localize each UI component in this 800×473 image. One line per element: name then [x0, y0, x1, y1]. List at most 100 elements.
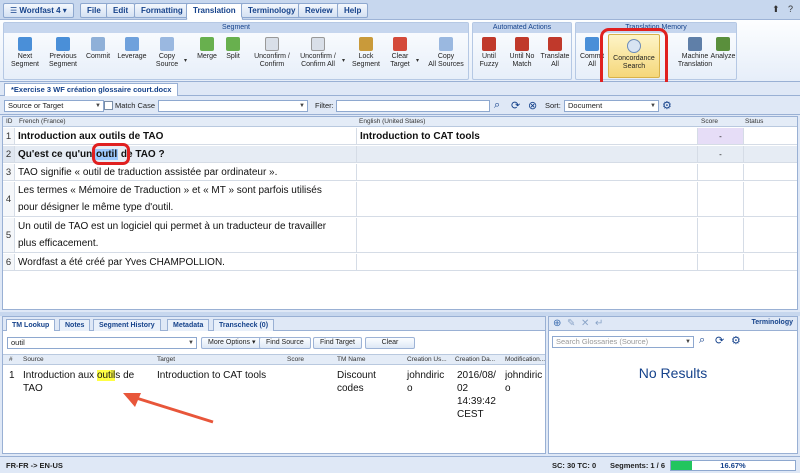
tab-metadata[interactable]: Metadata: [167, 319, 210, 331]
until-fuzzy-button[interactable]: Until Fuzzy: [475, 37, 503, 81]
ribbon-toolbar: Segment Next Segment Previous Segment Co…: [0, 20, 800, 82]
table-row[interactable]: 3 TAO signifie « outil de traduction ass…: [3, 164, 797, 181]
search-refresh-icon[interactable]: ⟳: [511, 99, 520, 112]
find-source-button[interactable]: Find Source: [259, 337, 311, 349]
row-target[interactable]: [356, 182, 696, 216]
next-segment-button[interactable]: Next Segment: [8, 37, 42, 81]
match-case-label: Match Case: [115, 101, 156, 110]
more-options-button[interactable]: More Options ▾: [201, 337, 263, 349]
search-refresh-icon[interactable]: ⟳: [715, 334, 724, 347]
row-status: [743, 182, 797, 216]
tm-search-input[interactable]: outil ▼: [7, 337, 197, 349]
tab-terminology[interactable]: Terminology: [241, 3, 303, 18]
row-source[interactable]: TAO signifie « outil de traduction assis…: [18, 164, 354, 181]
row-source[interactable]: Les termes « Mémoire de Traduction » et …: [18, 182, 354, 216]
language-select[interactable]: ▼: [158, 100, 308, 112]
header-score: Score: [701, 118, 718, 125]
merge-button[interactable]: Merge: [194, 37, 220, 81]
pencil-icon[interactable]: ✎: [567, 318, 575, 329]
group-title-automated: Automated Actions: [473, 23, 571, 33]
row-target[interactable]: [356, 254, 696, 270]
row-source[interactable]: Introduction aux outils de TAO: [18, 128, 354, 145]
unconfirm-confirm-button[interactable]: Unconfirm / Confirm: [252, 37, 292, 81]
copy-source-button[interactable]: Copy Source: [152, 37, 182, 81]
date-line-1: 2016/08/: [457, 370, 496, 381]
lock-segment-button[interactable]: Lock Segment: [350, 37, 382, 81]
tab-help[interactable]: Help: [337, 3, 369, 18]
previous-segment-label-2: Segment: [48, 61, 78, 68]
tab-segment-history[interactable]: Segment History: [93, 319, 161, 331]
previous-segment-button[interactable]: Previous Segment: [44, 37, 82, 81]
search-icon[interactable]: ⌕: [494, 99, 500, 112]
leverage-label: Leverage: [117, 53, 147, 60]
translate-all-icon: [548, 37, 562, 51]
tm-result-target[interactable]: Introduction to CAT tools: [157, 369, 285, 382]
filter-input[interactable]: [336, 100, 490, 112]
next-segment-icon: [18, 37, 32, 51]
segment-count: Segments: 1 / 6: [610, 461, 666, 470]
row-source[interactable]: Wordfast a été créé par Yves CHAMPOLLION…: [18, 254, 354, 271]
until-fuzzy-icon: [482, 37, 496, 51]
analyze-label: Analyze: [710, 53, 736, 60]
group-automated-actions: Automated Actions Until Fuzzy Until No M…: [472, 22, 572, 80]
analyze-button[interactable]: Analyze: [708, 37, 738, 81]
copy-source-dropdown-icon[interactable]: ▾: [184, 57, 187, 64]
gear-icon[interactable]: ⚙: [662, 99, 672, 112]
analyze-icon: [716, 37, 730, 51]
row-target[interactable]: [356, 164, 696, 180]
table-row[interactable]: 4 Les termes « Mémoire de Traduction » e…: [3, 182, 797, 217]
match-case-checkbox[interactable]: [104, 101, 113, 110]
return-icon[interactable]: ↵: [595, 318, 603, 329]
app-menu-button[interactable]: ☰ Wordfast 4 ▾: [3, 3, 74, 18]
document-tab[interactable]: *Exercise 3 WF création glossaire court.…: [4, 83, 179, 96]
table-row[interactable]: 6 Wordfast a été créé par Yves CHAMPOLLI…: [3, 254, 797, 271]
row-target-editor[interactable]: [356, 146, 696, 162]
row-source[interactable]: Un outil de TAO est un logiciel qui perm…: [18, 218, 354, 252]
translate-all-button[interactable]: Translate All: [539, 37, 571, 81]
add-icon[interactable]: ⊕: [553, 318, 561, 329]
tab-translation[interactable]: Translation: [186, 3, 243, 20]
tab-review[interactable]: Review: [298, 3, 340, 18]
tab-tm-lookup[interactable]: TM Lookup: [6, 319, 56, 331]
leverage-button[interactable]: Leverage: [116, 37, 148, 81]
split-button[interactable]: Split: [222, 37, 244, 81]
clear-button[interactable]: Clear: [365, 337, 415, 349]
clear-filter-icon[interactable]: ⊗: [528, 99, 537, 112]
unconfirm-confirm-all-button[interactable]: Unconfirm / Confirm All: [296, 37, 340, 81]
terminology-title: Terminology: [751, 319, 793, 326]
copy-source-label-2: Source: [155, 61, 179, 68]
tab-file[interactable]: File: [80, 3, 108, 18]
tab-edit[interactable]: Edit: [106, 3, 136, 18]
language-pair: FR-FR -> EN-US: [6, 461, 63, 470]
row-score: -: [697, 128, 743, 144]
tab-transcheck[interactable]: Transcheck (0): [213, 319, 275, 331]
search-icon[interactable]: ⌕: [699, 334, 705, 347]
scope-select[interactable]: Source or Target ▼: [4, 100, 104, 112]
row-source[interactable]: Qu'est ce qu'un outil de TAO ?: [18, 146, 354, 163]
copy-all-sources-button[interactable]: Copy All Sources: [424, 37, 468, 81]
next-segment-label: Next: [17, 53, 33, 60]
clear-target-button[interactable]: Clear Target: [386, 37, 414, 81]
close-icon[interactable]: ✕: [581, 318, 589, 329]
tab-formatting[interactable]: Formatting: [134, 3, 190, 18]
tab-notes[interactable]: Notes: [59, 319, 91, 331]
clear-target-dropdown-icon[interactable]: ▾: [416, 57, 419, 64]
row-target[interactable]: Introduction to CAT tools: [356, 128, 696, 144]
window-controls[interactable]: ⬆ ?: [772, 4, 796, 15]
until-no-match-button[interactable]: Until No Match: [505, 37, 539, 81]
next-segment-label-2: Segment: [10, 61, 40, 68]
confirm-all-dropdown-icon[interactable]: ▾: [342, 57, 345, 64]
glossary-search-input[interactable]: Search Glossaries (Source) ▼: [552, 336, 694, 348]
gear-icon[interactable]: ⚙: [731, 334, 741, 347]
header-num: #: [9, 356, 13, 363]
sort-select[interactable]: Document ▼: [564, 100, 659, 112]
find-target-button[interactable]: Find Target: [313, 337, 362, 349]
commit-button[interactable]: Commit: [84, 37, 112, 81]
row-id: 3: [3, 164, 15, 180]
row-target[interactable]: [356, 218, 696, 252]
group-segment: Segment Next Segment Previous Segment Co…: [3, 22, 469, 80]
source-line-1: Les termes « Mémoire de Traduction » et …: [18, 185, 322, 196]
header-target: Target: [157, 356, 176, 363]
table-row[interactable]: 5 Un outil de TAO est un logiciel qui pe…: [3, 218, 797, 253]
until-no-match-label: Until No: [509, 53, 535, 60]
